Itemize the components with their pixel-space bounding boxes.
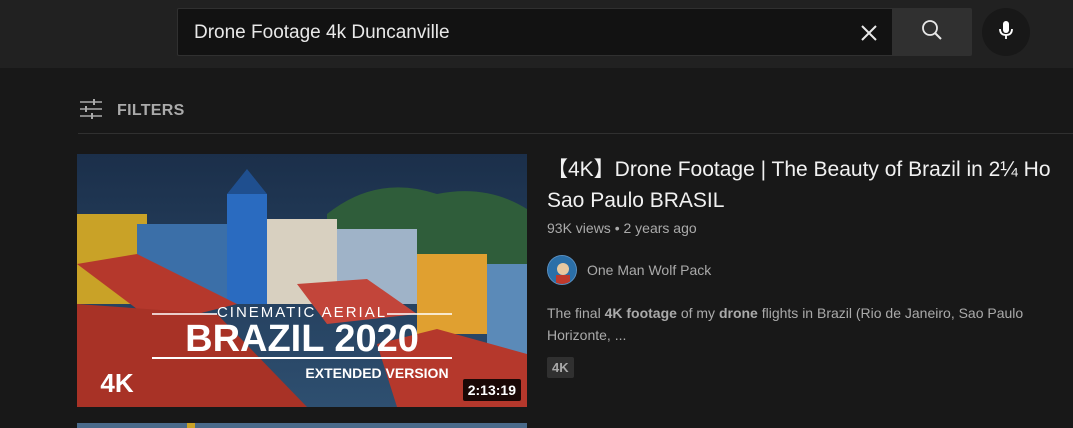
avatar[interactable]: [547, 255, 577, 285]
thumbnail-line2: BRAZIL 2020: [185, 318, 419, 360]
voice-search-button[interactable]: [982, 8, 1030, 56]
filters-button[interactable]: FILTERS: [78, 94, 185, 128]
filters-label: FILTERS: [117, 102, 185, 119]
desc-highlight: drone: [718, 305, 758, 321]
search-button[interactable]: [892, 8, 972, 56]
video-title-line1[interactable]: 【4K】Drone Footage | The Beauty of Brazil…: [547, 154, 1073, 185]
channel-link[interactable]: One Man Wolf Pack: [547, 255, 711, 285]
channel-name[interactable]: One Man Wolf Pack: [587, 262, 711, 278]
video-thumbnail[interactable]: CINEMATIC AERIAL BRAZIL 2020 EXTENDED VE…: [77, 154, 527, 407]
thumbnail-line3: EXTENDED VERSION: [305, 365, 448, 381]
video-title-line2[interactable]: Sao Paulo BRASIL: [547, 185, 1073, 216]
thumbnail-4k-logo: 4K: [100, 368, 133, 398]
upload-age: 2 years ago: [623, 220, 697, 236]
video-title[interactable]: 【4K】Drone Footage | The Beauty of Brazil…: [547, 154, 1073, 216]
meta-separator: •: [614, 220, 624, 236]
view-count: 93K views: [547, 220, 611, 236]
top-bar: Drone Footage 4k Duncanville: [0, 0, 1073, 68]
divider: [78, 133, 1073, 134]
desc-highlight: 4K footage: [604, 305, 677, 321]
search-query[interactable]: Drone Footage 4k Duncanville: [194, 22, 450, 44]
video-description: The final 4K footage of my drone flights…: [547, 302, 1073, 346]
close-icon[interactable]: [858, 22, 880, 44]
duration-badge: 2:13:19: [462, 379, 521, 401]
search-input[interactable]: Drone Footage 4k Duncanville: [177, 8, 892, 56]
desc-line2: Horizonte, ...: [547, 327, 627, 343]
desc-text: The final: [547, 305, 605, 321]
4k-badge: 4K: [547, 357, 574, 378]
video-meta: 93K views • 2 years ago: [547, 220, 697, 236]
desc-text: flights in Brazil (Rio de Janeiro, Sao P…: [757, 305, 1024, 321]
desc-text: of my: [676, 305, 719, 321]
next-video-thumbnail[interactable]: [77, 423, 527, 428]
microphone-icon: [994, 18, 1018, 47]
search-icon: [920, 18, 944, 47]
sliders-icon: [78, 97, 104, 126]
